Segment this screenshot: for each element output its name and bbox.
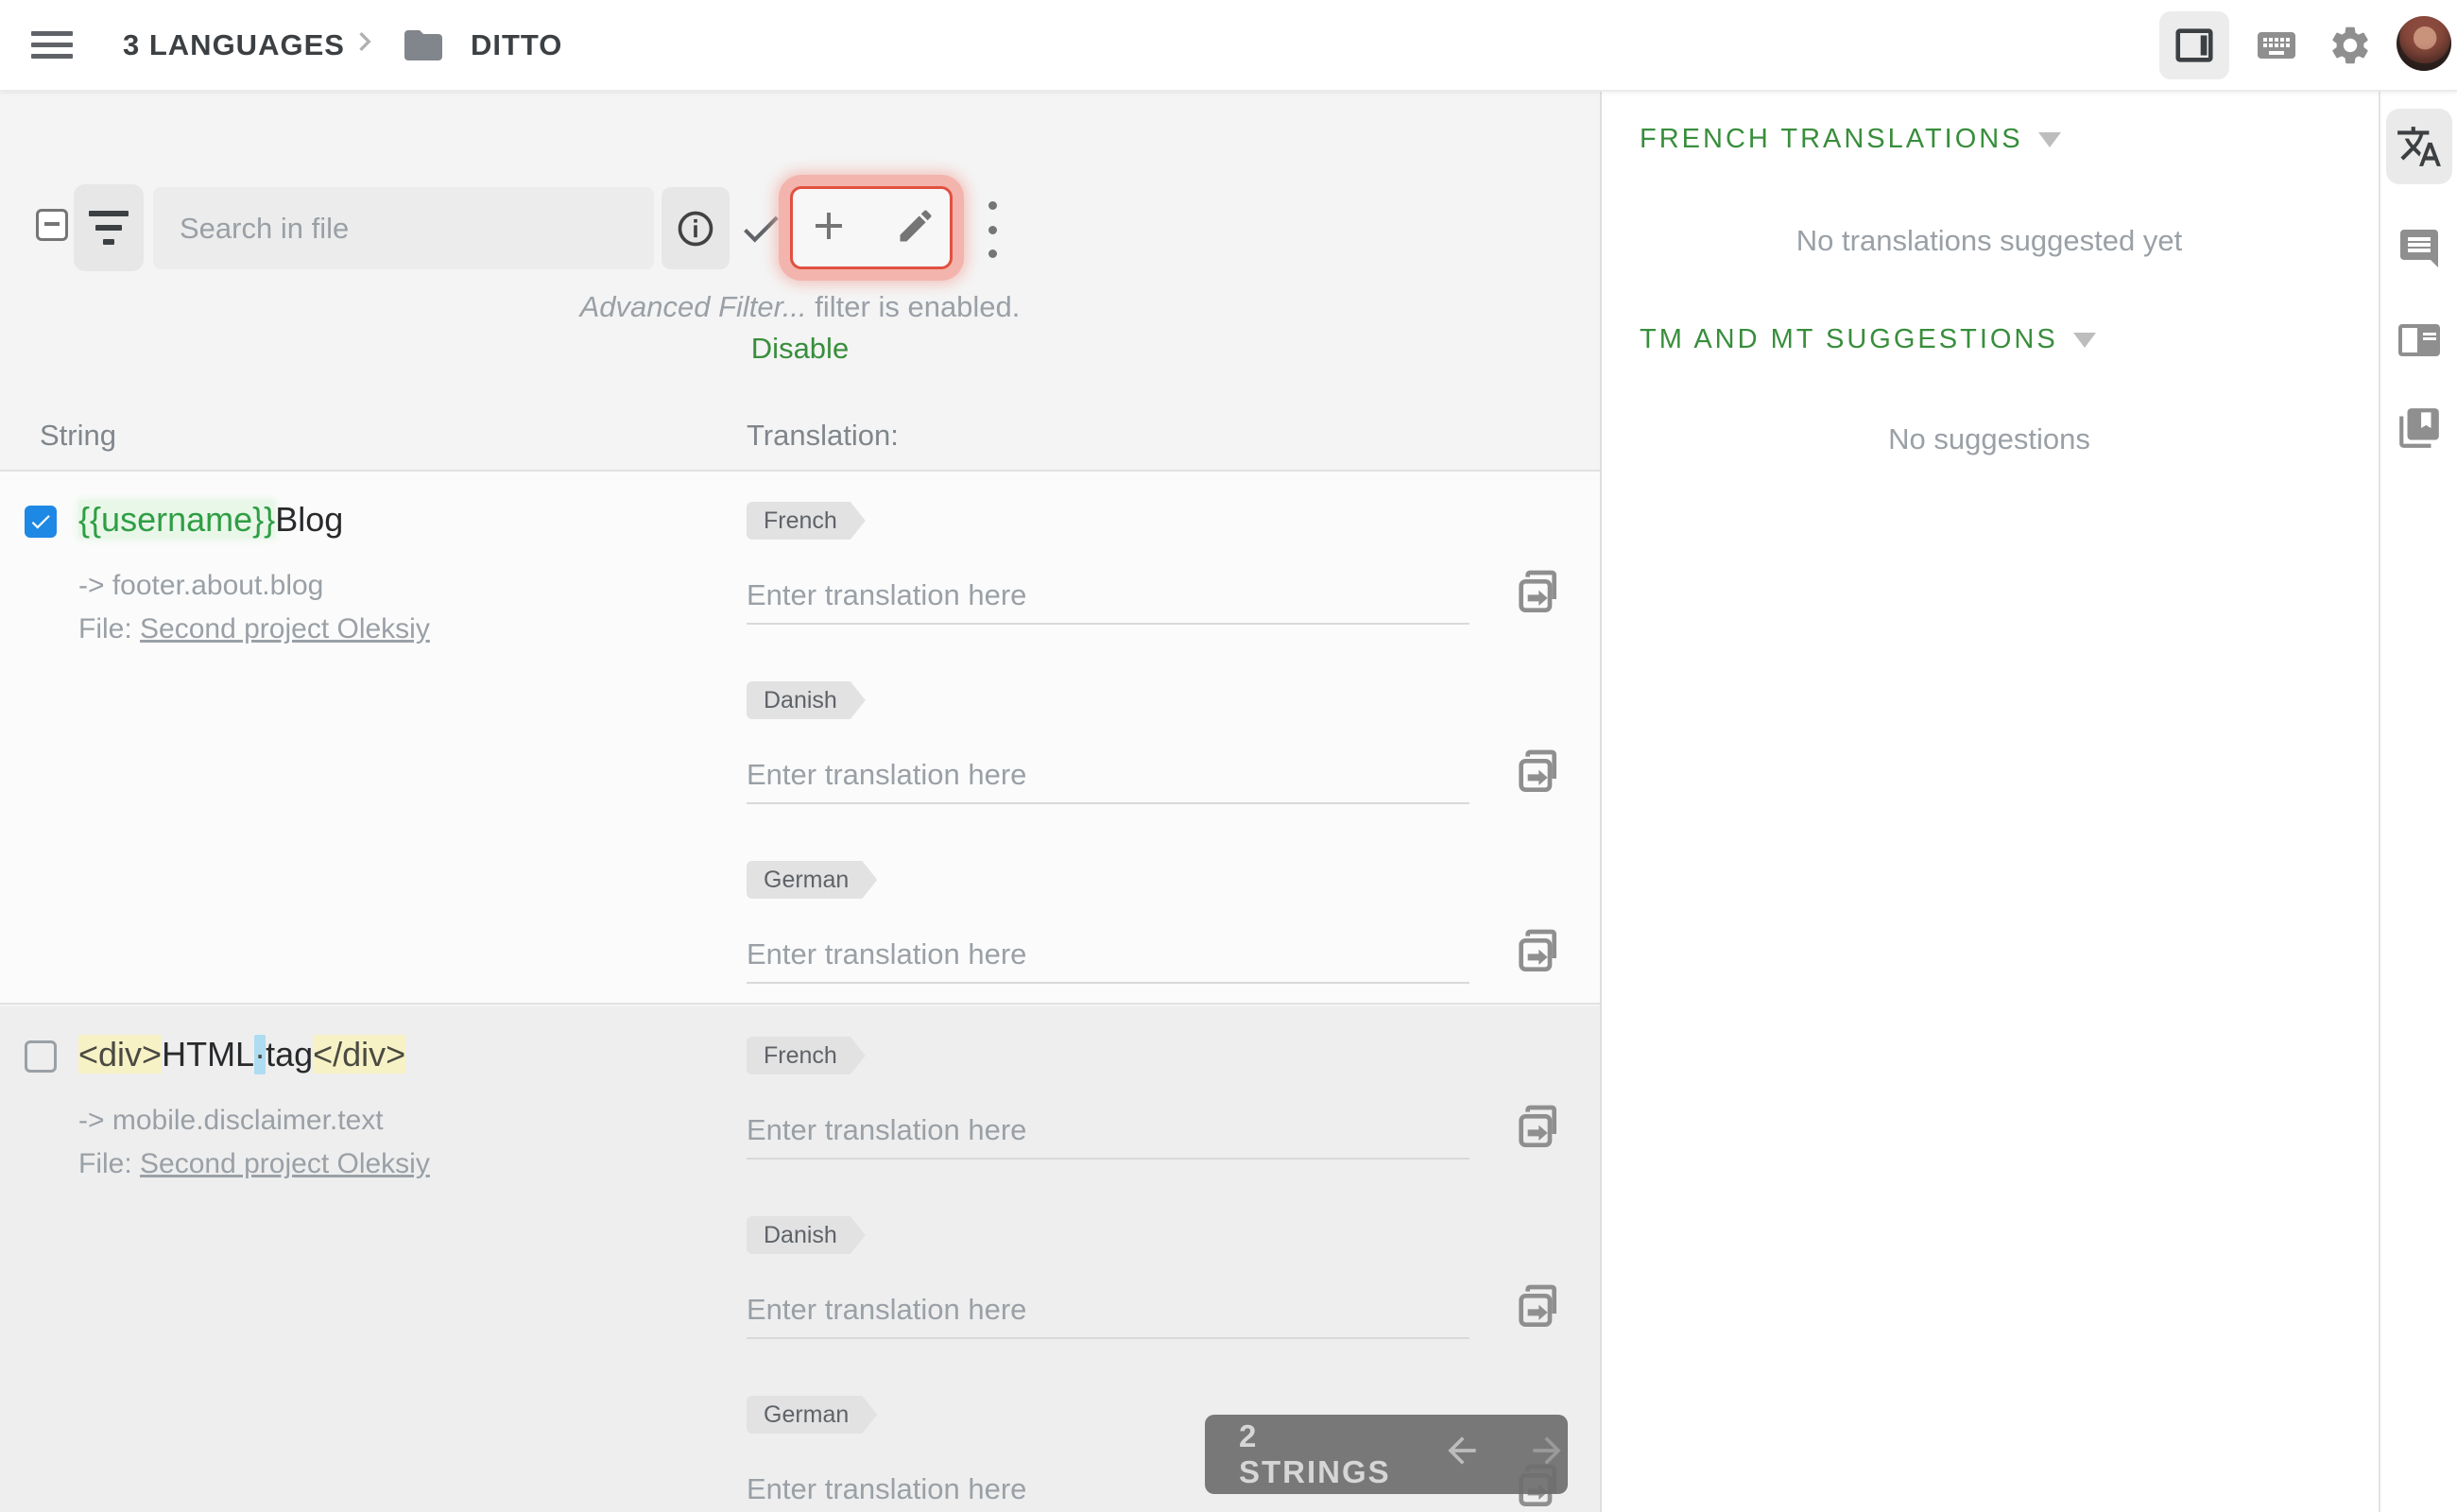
filter-notice: Advanced Filter... filter is enabled. <box>0 290 1600 324</box>
strings-count-bar: 2 STRINGS <box>1205 1415 1568 1494</box>
string-column-header: String <box>40 419 116 452</box>
more-options-button[interactable] <box>981 201 1004 258</box>
string-text: tag <box>266 1035 314 1074</box>
highlighted-space: · <box>254 1035 266 1074</box>
file-label: File: <box>78 1148 132 1179</box>
translation-column-header: Translation: <box>747 419 899 452</box>
table-header: String Translation: <box>0 402 1600 472</box>
string-key: -> footer.about.blog <box>78 570 324 601</box>
translation-block: German <box>747 861 1578 1012</box>
translations-column: French Danish German <box>747 502 1578 1040</box>
folder-icon <box>401 23 446 73</box>
source-string[interactable]: <div>HTML·tag</div> <box>78 1035 406 1074</box>
strings-count: 2 STRINGS <box>1239 1418 1391 1489</box>
copy-translation-icon[interactable] <box>1510 746 1563 803</box>
copy-translation-icon[interactable] <box>1510 566 1563 624</box>
add-string-button[interactable] <box>806 203 851 253</box>
section-header-tm-mt[interactable]: TM AND MT SUGGESTIONS <box>1640 324 2096 355</box>
side-panel-toggle-button[interactable] <box>2159 11 2229 79</box>
language-chip: German <box>747 1396 877 1434</box>
section-title: FRENCH TRANSLATIONS <box>1640 124 2023 154</box>
translation-block: French <box>747 502 1578 653</box>
translation-input[interactable] <box>747 1282 1469 1339</box>
chevron-right-icon <box>346 23 384 65</box>
file-link[interactable]: Second project Oleksiy <box>140 1148 430 1179</box>
search-input[interactable] <box>153 187 654 269</box>
empty-state-text: No translations suggested yet <box>1796 224 2183 257</box>
breadcrumb-root[interactable]: 3 LANGUAGES <box>123 28 345 62</box>
app-window: 3 LANGUAGES DITTO Advanced Filter... fil… <box>0 0 2457 1512</box>
info-button[interactable] <box>662 187 730 269</box>
collapse-triangle-icon <box>2037 131 2061 147</box>
edit-button[interactable] <box>895 205 936 251</box>
confirm-check-icon[interactable] <box>737 205 784 257</box>
string-text: HTML <box>162 1035 255 1074</box>
language-chip: Danish <box>747 681 866 719</box>
next-page-arrow[interactable] <box>1526 1430 1568 1479</box>
filter-name: Advanced Filter... <box>579 290 807 323</box>
translation-input[interactable] <box>747 568 1469 625</box>
reader-tab-icon[interactable] <box>2386 301 2452 377</box>
language-chip: German <box>747 861 877 899</box>
breadcrumb-current: DITTO <box>471 28 563 61</box>
string-text: Blog <box>275 500 344 539</box>
previous-page-arrow[interactable] <box>1441 1430 1483 1479</box>
html-tag-token: <div> <box>78 1035 163 1074</box>
filter-button[interactable] <box>74 184 144 271</box>
section-title: TM AND MT SUGGESTIONS <box>1640 324 2058 354</box>
disable-filter-link[interactable]: Disable <box>0 332 1600 366</box>
section-header-translations[interactable]: FRENCH TRANSLATIONS <box>1640 124 2061 155</box>
file-link[interactable]: Second project Oleksiy <box>140 613 430 644</box>
tutorial-highlight <box>779 175 964 281</box>
row-checkbox-unchecked[interactable] <box>25 1040 57 1073</box>
empty-state-text: No suggestions <box>1888 422 2090 455</box>
right-icon-rail <box>2379 90 2457 1512</box>
language-chip: French <box>747 1037 866 1074</box>
translation-block: French <box>747 1037 1578 1188</box>
copy-translation-icon[interactable] <box>1510 925 1563 983</box>
string-key: -> mobile.disclaimer.text <box>78 1105 384 1136</box>
translation-input[interactable] <box>747 927 1469 984</box>
source-string[interactable]: {{username}}Blog <box>78 500 343 540</box>
variable-token: {{username}} <box>78 500 276 539</box>
comments-tab-icon[interactable] <box>2386 211 2452 286</box>
row-checkbox-checked[interactable] <box>25 506 57 538</box>
translation-block: Danish <box>747 1216 1578 1367</box>
table-row: {{username}}Blog -> footer.about.blog Fi… <box>0 472 1600 1005</box>
file-label: File: <box>78 613 132 644</box>
suggestions-panel: FRENCH TRANSLATIONS No translations sugg… <box>1602 90 2377 1512</box>
html-tag-token: </div> <box>313 1035 406 1074</box>
string-file: File: Second project Oleksiy <box>78 613 430 645</box>
language-chip: French <box>747 502 866 540</box>
user-avatar[interactable] <box>2397 16 2451 71</box>
translation-input[interactable] <box>747 1103 1469 1160</box>
settings-gear-button[interactable] <box>2315 11 2385 79</box>
menu-icon[interactable] <box>31 25 73 62</box>
select-all-checkbox[interactable] <box>36 209 68 241</box>
copy-translation-icon[interactable] <box>1510 1280 1563 1338</box>
glossary-tab-icon[interactable] <box>2386 390 2452 466</box>
strings-panel: Advanced Filter... filter is enabled. Di… <box>0 90 1602 1512</box>
string-file: File: Second project Oleksiy <box>78 1148 430 1180</box>
top-bar: 3 LANGUAGES DITTO <box>0 0 2457 92</box>
copy-translation-icon[interactable] <box>1510 1101 1563 1159</box>
translation-input[interactable] <box>747 747 1469 804</box>
keyboard-shortcuts-button[interactable] <box>2242 11 2311 79</box>
filter-notice-text: filter is enabled. <box>806 290 1021 323</box>
collapse-triangle-icon <box>2072 332 2096 348</box>
translations-tab-icon[interactable] <box>2386 109 2452 184</box>
language-chip: Danish <box>747 1216 866 1254</box>
translation-block: Danish <box>747 681 1578 833</box>
